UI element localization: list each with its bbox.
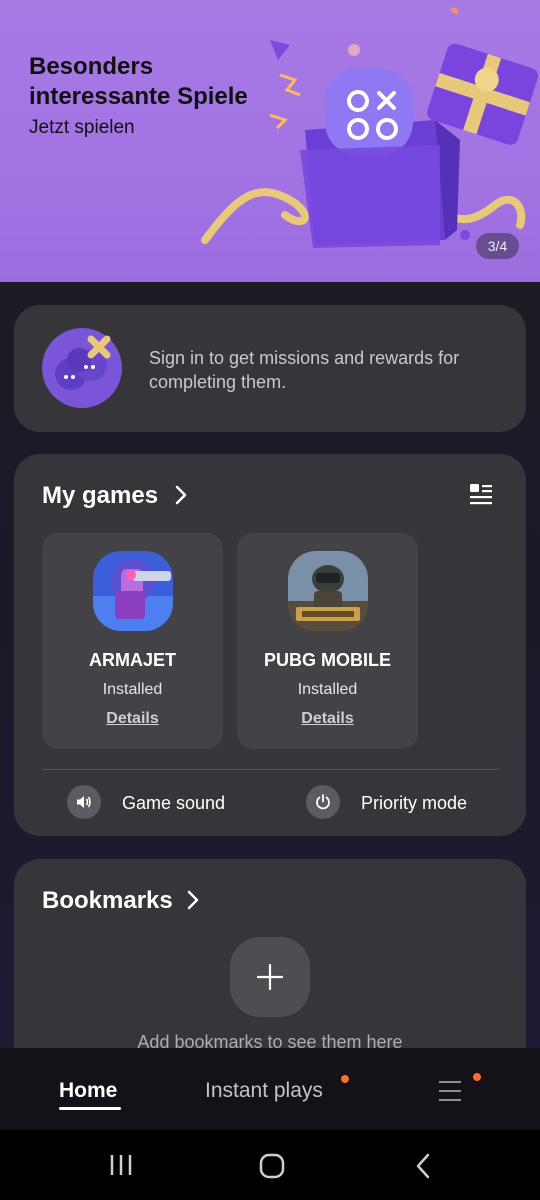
tab-instant-plays[interactable]: Instant plays: [205, 1079, 323, 1103]
armajet-app-icon: [93, 551, 173, 631]
notification-dot: [341, 1075, 349, 1083]
sign-in-prompt: Sign in to get missions and rewards for …: [149, 348, 460, 392]
add-bookmark-button[interactable]: [230, 937, 310, 1017]
toggle-circle: [306, 785, 340, 819]
system-navigation-bar: [0, 1130, 540, 1200]
menu-icon[interactable]: [438, 1080, 462, 1102]
details-link[interactable]: Details: [42, 710, 223, 728]
active-tab-indicator: [59, 1107, 121, 1110]
game-name: ARMAJET: [88, 650, 176, 670]
pubg-mobile-app-icon: [288, 551, 368, 631]
chevron-right-icon[interactable]: [186, 889, 200, 911]
recents-icon[interactable]: [109, 1154, 133, 1176]
game-tile-armajet[interactable]: ARMAJET Installed Details: [42, 533, 223, 749]
page-indicator: 3/4: [476, 233, 519, 259]
plus-icon: [256, 963, 284, 991]
home-icon[interactable]: [259, 1153, 285, 1179]
game-sound-label: Game sound: [122, 793, 226, 813]
notification-dot: [473, 1073, 481, 1081]
divider: [42, 769, 498, 770]
game-sound-button[interactable]: Game sound: [67, 785, 257, 821]
priority-mode-label: Priority mode: [361, 793, 468, 813]
list-view-icon[interactable]: [469, 482, 493, 506]
game-name: PUBG MOBILE: [263, 650, 391, 670]
details-link[interactable]: Details: [237, 710, 418, 728]
toggle-circle: [67, 785, 101, 819]
banner-subtitle[interactable]: Jetzt spielen: [29, 117, 135, 139]
game-tile-pubg[interactable]: PUBG MOBILE Installed Details: [237, 533, 418, 749]
game-status: Installed: [297, 681, 358, 698]
my-games-card: My games ARMAJET Installed Details PUBG …: [14, 454, 526, 836]
promo-banner[interactable]: Besonders interessante Spiele Jetzt spie…: [0, 0, 540, 282]
tab-home[interactable]: Home: [59, 1079, 117, 1103]
chevron-right-icon[interactable]: [174, 484, 188, 506]
my-games-title[interactable]: My games: [42, 482, 158, 510]
back-icon[interactable]: [415, 1153, 431, 1179]
missions-mascot-icon: [42, 328, 122, 408]
power-icon: [316, 794, 330, 810]
bottom-navigation: Home Instant plays: [0, 1048, 540, 1130]
sign-in-card[interactable]: Sign in to get missions and rewards for …: [14, 305, 526, 432]
game-status: Installed: [102, 681, 163, 698]
priority-mode-button[interactable]: Priority mode: [306, 785, 506, 821]
speaker-icon: [77, 796, 91, 808]
bookmarks-title[interactable]: Bookmarks: [42, 887, 173, 915]
